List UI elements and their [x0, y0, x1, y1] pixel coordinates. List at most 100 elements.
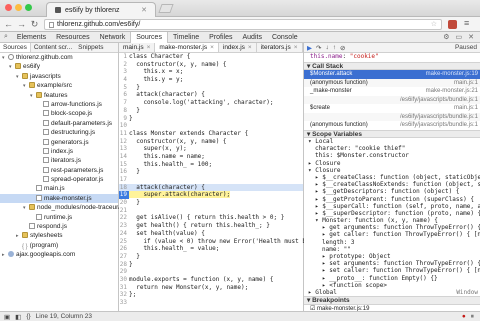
tree-item[interactable]: ▸ ajax.googleapis.com	[0, 250, 118, 259]
devtools-tab-network[interactable]: Network	[95, 32, 131, 43]
scope-variable-row[interactable]: ▸ $__superCall: function (self, proto, n…	[304, 203, 480, 210]
scope-variable-row[interactable]: ▸ Closure	[304, 160, 480, 167]
tree-item[interactable]: ▾ features	[0, 91, 118, 100]
scope-variable-row[interactable]: ▸ set arguments: function ThrowTypeError…	[304, 260, 480, 267]
close-window-button[interactable]	[5, 4, 12, 11]
call-stack-frame[interactable]: (anonymous function) main.js:1	[304, 78, 480, 87]
line-number[interactable]: 16	[119, 168, 129, 176]
editor-tab-close-icon[interactable]: ×	[144, 44, 151, 51]
scope-variable-row[interactable]: ▸ set caller: function ThrowTypeError() …	[304, 267, 480, 274]
devtools-tab-console[interactable]: Console	[267, 32, 303, 43]
tree-item[interactable]: index.js	[0, 147, 118, 156]
call-stack-frame[interactable]: /es6ify/javascripts/bundle.js:1	[304, 95, 480, 104]
tree-item[interactable]: destructuring.js	[0, 128, 118, 137]
line-number[interactable]: 8	[119, 107, 129, 115]
line-number[interactable]: 33	[119, 299, 129, 307]
breakpoint-gutter-marker[interactable]: 19	[119, 191, 129, 200]
scope-variable-row[interactable]: ▾ Closure	[304, 167, 480, 174]
editor-tab[interactable]: iterators.js ×	[257, 43, 303, 52]
tree-item[interactable]: ▾ thlorenz.github.com	[0, 53, 118, 62]
line-number[interactable]: 28	[119, 261, 129, 269]
tab-close-icon[interactable]: ✕	[141, 6, 147, 14]
tree-item[interactable]: generators.js	[0, 138, 118, 147]
editor-tab[interactable]: main.js ×	[119, 43, 156, 52]
line-number[interactable]: 7	[119, 99, 129, 107]
line-number[interactable]: 6	[119, 91, 129, 99]
tree-item[interactable]: { } (program)	[0, 241, 118, 250]
line-number[interactable]: 4	[119, 76, 129, 84]
scope-variable-row[interactable]: ▾ Local	[304, 138, 480, 145]
line-number[interactable]: 32	[119, 291, 129, 299]
line-number[interactable]: 27	[119, 253, 129, 261]
scope-variable-row[interactable]: ▸ get arguments: function ThrowTypeError…	[304, 224, 480, 231]
scope-variable-row[interactable]: character: "cookie thief"	[304, 145, 480, 152]
scope-variable-row[interactable]: ▸ $__getProtoParent: function (superClas…	[304, 196, 480, 203]
line-number[interactable]: 30	[119, 276, 129, 284]
navigator-tab-sources[interactable]: Sources	[0, 43, 31, 52]
line-number[interactable]: 20	[119, 199, 129, 207]
tree-item[interactable]: main.js	[0, 184, 118, 193]
line-number[interactable]: 9	[119, 115, 129, 123]
line-number[interactable]: 15	[119, 161, 129, 169]
line-number[interactable]: 11	[119, 130, 129, 138]
reload-icon[interactable]: ↻	[29, 19, 40, 30]
extension-icon[interactable]	[448, 20, 457, 29]
browser-tab[interactable]: es6ify by thlorenz ✕	[46, 2, 156, 17]
scope-variable-row[interactable]: ▸ <function scope>	[304, 282, 480, 289]
line-number[interactable]: 29	[119, 268, 129, 276]
scope-variable-row[interactable]: this: $Monster.constructor	[304, 152, 480, 159]
line-number[interactable]: 2	[119, 61, 129, 69]
step-into-icon[interactable]: ↓	[325, 44, 328, 51]
tree-item[interactable]: runtime.js	[0, 213, 118, 222]
scope-variable-row[interactable]: ▸ $__createClassNoExtends: function (obj…	[304, 181, 480, 188]
pause-on-exceptions-icon[interactable]: ⏸	[471, 313, 474, 321]
code-view[interactable]: 1 class Character {2 constructor(x, y, na…	[119, 53, 335, 307]
call-stack-frame[interactable]: (anonymous function) /es6ify/javascripts/…	[304, 121, 480, 130]
devtools-tab-profiles[interactable]: Profiles	[204, 32, 237, 43]
zoom-window-button[interactable]	[25, 4, 32, 11]
line-number[interactable]: 14	[119, 153, 129, 161]
watch-expression-row[interactable]: this.name: "cookie"	[304, 53, 480, 62]
line-number[interactable]: 17	[119, 176, 129, 184]
editor-tab-close-icon[interactable]: ×	[291, 44, 298, 51]
line-number[interactable]: 26	[119, 245, 129, 253]
tree-item[interactable]: block-scope.js	[0, 109, 118, 118]
line-number[interactable]: 25	[119, 238, 129, 246]
line-number[interactable]: 22	[119, 214, 129, 222]
line-number[interactable]: 24	[119, 230, 129, 238]
dock-side-icon[interactable]: ◧	[15, 313, 21, 321]
line-number[interactable]: 10	[119, 122, 129, 130]
back-arrow-icon[interactable]: ←	[3, 19, 14, 30]
line-number[interactable]: 1	[119, 53, 129, 61]
scope-variable-row[interactable]: ▸ __proto__: function Empty() {}	[304, 275, 480, 282]
tree-item[interactable]: spread-operator.js	[0, 175, 118, 184]
address-bar[interactable]: thlorenz.github.com/es6ify/ ☆	[44, 19, 442, 30]
error-count-icon[interactable]: ●	[462, 313, 466, 321]
menu-icon[interactable]: ≡	[464, 18, 469, 28]
tree-item[interactable]: ▾ example/src	[0, 81, 118, 90]
editor-tab[interactable]: make-monster.js ×	[155, 43, 219, 52]
tree-item[interactable]: ▸ stylesheets	[0, 231, 118, 240]
line-number[interactable]: 5	[119, 84, 129, 92]
scope-variable-row[interactable]: ▸ $__createClass: function (object, stat…	[304, 174, 480, 181]
forward-arrow-icon[interactable]: →	[16, 19, 27, 30]
pretty-print-icon[interactable]: {}	[26, 313, 30, 320]
call-stack-frame[interactable]: _make-monster make-monster.js:21	[304, 87, 480, 96]
tree-item[interactable]: make-monster.js	[0, 193, 118, 204]
tree-item[interactable]: respond.js	[0, 222, 118, 231]
scope-variables-header[interactable]: ▾ Scope Variables	[304, 129, 480, 138]
settings-gear-icon[interactable]: ⚙	[443, 33, 449, 41]
devtools-tab-resources[interactable]: Resources	[51, 32, 94, 43]
show-drawer-icon[interactable]: ▣	[4, 313, 10, 321]
navigator-tab-content-scripts[interactable]: Content scr...	[31, 43, 75, 52]
tree-item[interactable]: default-parameters.js	[0, 119, 118, 128]
deactivate-breakpoints-icon[interactable]: ⊘	[340, 44, 345, 52]
line-number[interactable]: 12	[119, 138, 129, 146]
bookmark-star-icon[interactable]: ☆	[431, 20, 437, 29]
editor-tab-close-icon[interactable]: ×	[207, 44, 214, 51]
devtools-tab-audits[interactable]: Audits	[238, 32, 267, 43]
minimize-window-button[interactable]	[15, 4, 22, 11]
tree-item[interactable]: ▾ node_modules/node-traceur/	[0, 203, 120, 212]
tree-item[interactable]: arrow-functions.js	[0, 100, 118, 109]
navigator-tab-snippets[interactable]: Snippets	[75, 43, 106, 52]
